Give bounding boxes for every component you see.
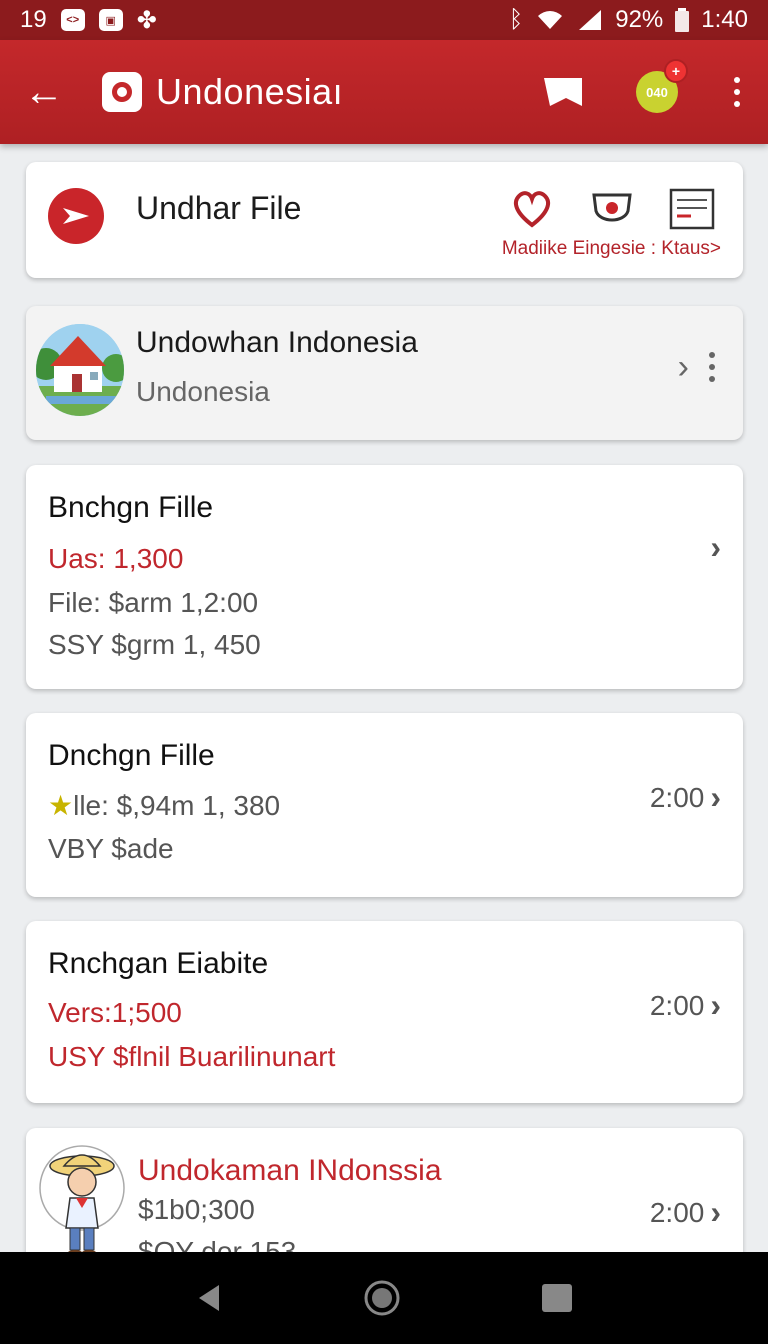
star-icon: ★ [48,790,74,821]
list-item-time: 2:00 [649,781,705,813]
list-item-line: USY $flnil Buarilinunart [48,1041,336,1072]
clock: 1:40 [701,6,748,33]
header-card: Undhar File Madiike Eingesie : Ktaus> [26,162,743,278]
list-item[interactable]: Dnchgn Fille ★lle: $,94m 1, 380 VBY $ade… [26,713,743,897]
list-item-open[interactable]: 2:00 › [650,987,721,1024]
list-item-title: Dnchgn Fille [48,739,215,772]
list-item-line-with-star: ★lle: $,94m 1, 380 [48,789,280,822]
list-item[interactable]: Rnchgan Eiabite Vers:1;500 USY $flnil Bu… [26,921,743,1103]
puzzle-icon: ✤ [136,6,157,34]
avatar[interactable]: 040 + [636,59,688,113]
back-arrow-icon[interactable]: ← [24,72,64,112]
notification-badge: + [664,59,688,83]
list-item-line: $1b0;300 [138,1194,255,1225]
app-logo [102,72,142,112]
home-circle-icon[interactable] [363,1279,401,1317]
document-icon[interactable] [669,186,715,232]
list-item-line: Vers:1;500 [48,997,182,1028]
chevron-right-icon: › [710,987,721,1023]
list-item-title: Rnchgan Eiabite [48,947,269,980]
list-item[interactable]: Bnchgn Fille Uas: 1,300 File: $arm 1,2:0… [26,465,743,689]
list-item-open[interactable]: 2:00 › [650,1194,721,1231]
recents-square-icon[interactable] [541,1283,573,1313]
list-item-line: lle: $,94m 1, 380 [73,790,281,821]
send-icon [48,188,104,244]
list-item-line: Uas: 1,300 [48,543,184,574]
notification-icon: <> [60,9,85,31]
house-thumbnail [36,324,124,416]
list-item-time: 2:00 [649,1196,705,1228]
header-card-title: Undhar File [136,190,302,226]
status-left-text: 19 [20,6,47,33]
avatar-label: 040 [646,84,668,100]
status-right: ᛒ 92% 1:40 [509,6,748,34]
kebab-menu-icon[interactable] [709,352,715,382]
profile-card[interactable]: Undowhan Indonesia Undonesia › [26,306,743,440]
app-actions: 040 + [542,59,744,113]
list-item-line: SSY $grm 1, 450 [48,629,261,660]
page-title: Undonesiaı [156,71,344,112]
chevron-right-icon: › [710,1194,721,1230]
back-triangle-icon[interactable] [195,1283,223,1313]
more-menu-icon[interactable] [730,73,744,111]
wifi-icon [538,11,563,29]
profile-title: Undowhan Indonesia [136,326,418,359]
list-item-line: VBY $ade [48,833,174,864]
header-actions [509,186,715,232]
chevron-right-icon: › [710,779,721,815]
flag-icon[interactable] [542,74,584,110]
status-left: 19 <> ▣ ✤ [20,6,157,35]
chevron-right-icon: › [710,529,721,565]
heart-icon[interactable] [509,186,555,232]
chevron-right-icon[interactable]: › [678,348,689,387]
list-item-title: Bnchgn Fille [48,491,214,524]
cartoon-kid-avatar [39,1145,125,1258]
list-item-open[interactable]: › [704,529,721,566]
battery-icon [675,8,690,32]
signal-icon [579,10,602,30]
list-item-time: 2:00 [649,989,705,1021]
status-bar: 19 <> ▣ ✤ ᛒ 92% 1:40 [0,0,768,40]
system-nav-bar [0,1252,768,1344]
record-shield-icon[interactable] [589,186,635,232]
app-notification-icon: ▣ [98,9,123,31]
list-item-open[interactable]: 2:00 › [650,779,721,816]
bluetooth-icon: ᛒ [508,6,524,33]
battery-percent: 92% [615,6,664,33]
list-item-title: Undokaman INdonssia [138,1154,442,1187]
profile-subtitle: Undonesia [136,376,270,407]
header-sub-link[interactable]: Madiike Eingesie : Ktaus> [502,238,721,260]
list-item-line: File: $arm 1,2:00 [48,587,259,618]
app-bar: ← Undonesiaı 040 + [0,40,768,144]
